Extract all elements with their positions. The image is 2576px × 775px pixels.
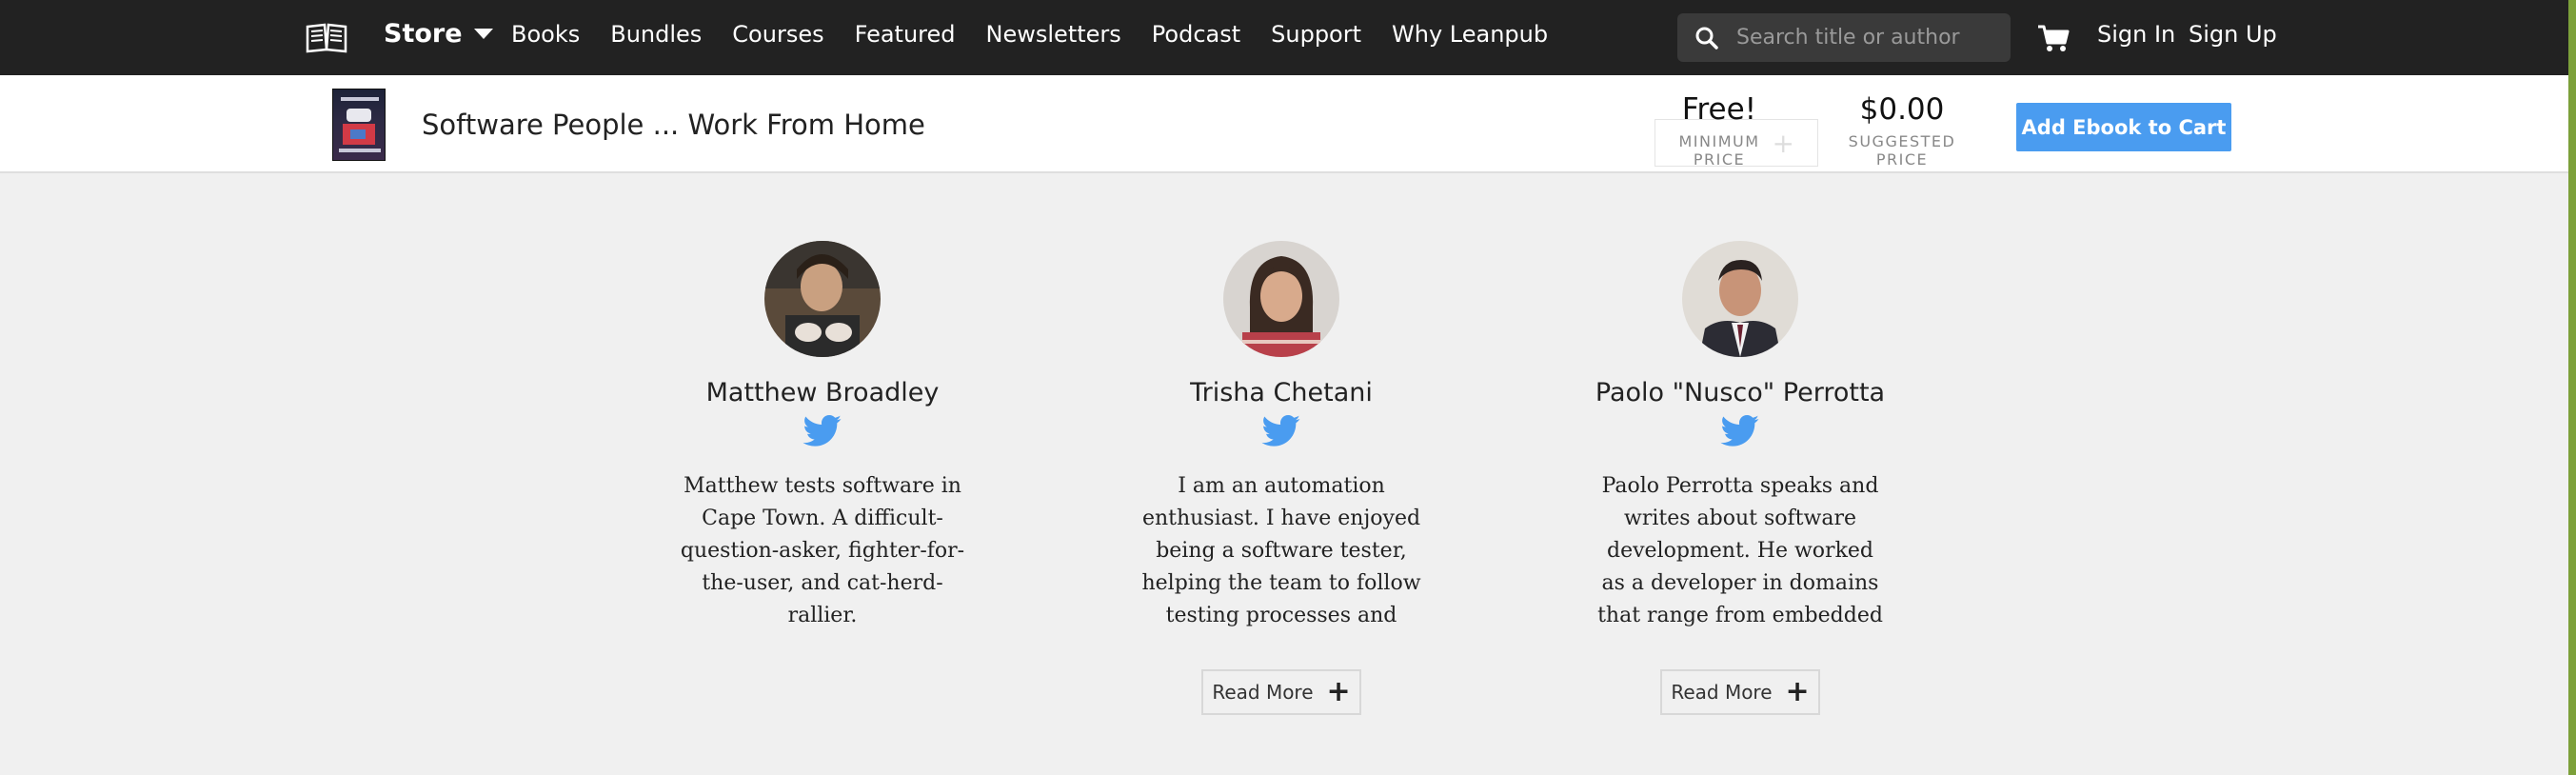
search-icon [1695, 27, 1718, 50]
minimum-price-value: Free! [1681, 92, 1757, 127]
author-bio: Paolo Perrotta speaks and writes about s… [1597, 474, 1883, 627]
suggested-price-label: SUGGESTED PRICE [1848, 132, 1956, 169]
top-navigation: Store Books Bundles Courses Featured New… [0, 0, 2568, 75]
minimum-price-label: MINIMUM PRICE [1678, 132, 1760, 169]
suggested-price-value: $0.00 [1859, 92, 1945, 127]
author-bio: I am an automation enthusiast. I have en… [1141, 474, 1421, 627]
read-more-label: Read More [1671, 681, 1773, 704]
avatar [1223, 241, 1339, 357]
avatar [1682, 241, 1798, 357]
read-more-button[interactable]: Read More + [1660, 669, 1820, 715]
plus-icon: + [1785, 675, 1810, 708]
author-name: Trisha Chetani [1190, 378, 1373, 407]
plus-icon: + [1326, 675, 1351, 708]
book-cover[interactable] [332, 89, 386, 161]
nav-link-support[interactable]: Support [1271, 21, 1361, 48]
sign-up-link[interactable]: Sign Up [2189, 21, 2277, 48]
author-name: Paolo "Nusco" Perrotta [1595, 378, 1886, 407]
author-card: Paolo "Nusco" Perrotta Paolo Perrotta sp… [1540, 241, 1940, 632]
leanpub-book-icon[interactable] [305, 23, 348, 53]
suggested-price: $0.00 SUGGESTED PRICE [1826, 92, 1978, 169]
add-ebook-to-cart-button[interactable]: Add Ebook to Cart [2016, 103, 2231, 151]
twitter-icon[interactable] [803, 415, 842, 447]
nav-link-bundles[interactable]: Bundles [610, 21, 702, 48]
nav-link-courses[interactable]: Courses [732, 21, 823, 48]
scrollbar[interactable] [2568, 0, 2576, 775]
read-more-label: Read More [1212, 681, 1314, 704]
nav-link-featured[interactable]: Featured [855, 21, 956, 48]
cart-icon[interactable] [2037, 24, 2070, 52]
author-bio: Matthew tests software in Cape Town. A d… [680, 474, 965, 627]
minimum-price: Free! MINIMUM PRICE [1653, 92, 1786, 169]
sign-in-link[interactable]: Sign In [2097, 21, 2175, 48]
book-purchase-bar: Software People ... Work From Home + Fre… [0, 75, 2568, 173]
nav-link-books[interactable]: Books [511, 21, 580, 48]
book-title: Software People ... Work From Home [422, 109, 925, 141]
search-input[interactable] [1736, 26, 1984, 50]
author-card: Trisha Chetani I am an automation enthus… [1081, 241, 1481, 632]
read-more-button[interactable]: Read More + [1201, 669, 1361, 715]
search-box[interactable] [1677, 13, 2011, 62]
nav-link-why-leanpub[interactable]: Why Leanpub [1392, 21, 1548, 48]
avatar [764, 241, 881, 357]
store-menu[interactable]: Store [384, 19, 493, 49]
author-name: Matthew Broadley [705, 378, 940, 407]
nav-link-podcast[interactable]: Podcast [1152, 21, 1240, 48]
author-card: Matthew Broadley Matthew tests software … [623, 241, 1022, 632]
chevron-down-icon [473, 29, 493, 39]
nav-links: Books Bundles Courses Featured Newslette… [511, 21, 1548, 48]
store-label: Store [384, 19, 463, 49]
nav-link-newsletters[interactable]: Newsletters [986, 21, 1121, 48]
twitter-icon[interactable] [1720, 415, 1760, 447]
twitter-icon[interactable] [1261, 415, 1301, 447]
